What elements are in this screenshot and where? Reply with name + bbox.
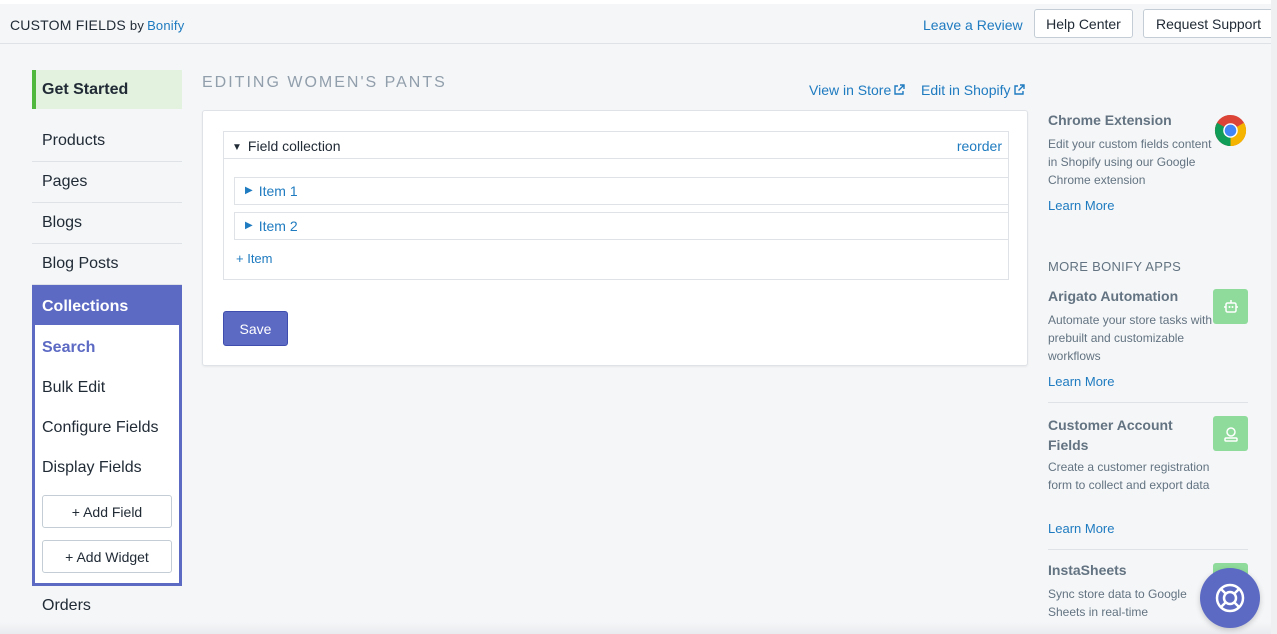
- lifebuoy-icon: [1215, 583, 1245, 613]
- sidebar-item-pages[interactable]: Pages: [32, 162, 182, 203]
- sidebar-subitem-display-fields[interactable]: Display Fields: [42, 459, 142, 477]
- arigato-learn-more-link[interactable]: Learn More: [1048, 374, 1114, 389]
- user-form-icon: [1213, 416, 1248, 451]
- divider: [1048, 402, 1248, 403]
- collection-item[interactable]: ▶ Item 1: [234, 177, 1008, 205]
- brand-link[interactable]: Bonify: [147, 18, 184, 33]
- reorder-link[interactable]: reorder: [957, 138, 1002, 154]
- edit-in-shopify-label: Edit in Shopify: [921, 82, 1011, 98]
- robot-icon: [1213, 289, 1248, 324]
- brand-by: by: [129, 18, 145, 33]
- app-desc-instasheets: Sync store data to Google Sheets in real…: [1048, 587, 1187, 619]
- sidebar-subitem-search[interactable]: Search: [42, 339, 95, 357]
- sidebar-item-blog-posts[interactable]: Blog Posts: [32, 244, 182, 285]
- customer-account-fields-learn-more-link[interactable]: Learn More: [1048, 521, 1114, 536]
- app-brand: CUSTOM FIELDS by Bonify: [10, 17, 184, 33]
- app-title-customer-account-fields: Customer Account Fields: [1048, 417, 1173, 453]
- triangle-down-icon: ▼: [232, 142, 242, 153]
- sidebar-item-collections[interactable]: Collections: [35, 288, 179, 325]
- app-name: CUSTOM FIELDS: [10, 17, 126, 33]
- save-button[interactable]: Save: [223, 311, 288, 346]
- app-title-instasheets: InstaSheets: [1048, 562, 1127, 578]
- view-in-store-link[interactable]: View in Store: [809, 82, 905, 98]
- sidebar-subitem-configure-fields[interactable]: Configure Fields: [42, 419, 159, 437]
- add-item-link[interactable]: + Item: [236, 251, 273, 266]
- sidebar-item-get-started[interactable]: Get Started: [32, 70, 182, 109]
- field-collection-header[interactable]: ▼ Field collection reorder: [224, 132, 1008, 159]
- help-center-button[interactable]: Help Center: [1034, 9, 1133, 38]
- triangle-right-icon: ▶: [245, 184, 253, 196]
- bottom-fade: [0, 622, 1277, 634]
- collection-item[interactable]: ▶ Item 2: [234, 212, 1008, 240]
- page-title: EDITING WOMEN'S PANTS: [202, 74, 447, 91]
- more-apps-heading: MORE BONIFY APPS: [1048, 259, 1182, 274]
- field-collection-label: Field collection: [247, 138, 341, 154]
- app-desc-arigato: Automate your store tasks with prebuilt …: [1048, 313, 1213, 363]
- leave-review-link[interactable]: Leave a Review: [923, 17, 1023, 33]
- sidebar-item-products[interactable]: Products: [32, 121, 182, 162]
- add-field-button[interactable]: + Add Field: [42, 495, 172, 528]
- top-bar: CUSTOM FIELDS by Bonify Leave a Review Hel…: [0, 4, 1277, 44]
- app-title-arigato: Arigato Automation: [1048, 288, 1179, 304]
- sidebar-item-orders[interactable]: Orders: [32, 586, 182, 627]
- help-widget-button[interactable]: [1200, 568, 1260, 628]
- scrollbar[interactable]: [1271, 0, 1277, 634]
- chrome-extension-title: Chrome Extension: [1048, 112, 1172, 128]
- divider: [1048, 549, 1248, 550]
- edit-card: ▼ Field collection reorder ▶ Item 1 ▶ Item …: [202, 110, 1028, 366]
- edit-in-shopify-link[interactable]: Edit in Shopify: [921, 82, 1025, 98]
- field-collection-title: ▼ Field collection: [232, 138, 341, 154]
- chrome-learn-more-link[interactable]: Learn More: [1048, 198, 1114, 213]
- chrome-extension-desc: Edit your custom fields content in Shopi…: [1048, 137, 1212, 187]
- collection-item-label: Item 1: [258, 183, 298, 199]
- request-support-button[interactable]: Request Support: [1143, 9, 1274, 38]
- external-link-icon: [894, 84, 905, 95]
- chrome-icon: [1214, 114, 1247, 147]
- collection-item-label: Item 2: [258, 218, 298, 234]
- app-desc-customer-account-fields: Create a customer registration form to c…: [1048, 460, 1210, 492]
- view-in-store-label: View in Store: [809, 82, 892, 98]
- field-collection: ▼ Field collection reorder ▶ Item 1 ▶ Item …: [223, 131, 1009, 280]
- triangle-right-icon: ▶: [245, 219, 253, 231]
- collections-panel: Collections Search Bulk Edit Configure F…: [32, 285, 182, 586]
- add-widget-button[interactable]: + Add Widget: [42, 540, 172, 573]
- external-link-icon: [1013, 84, 1025, 95]
- sidebar-item-blogs[interactable]: Blogs: [32, 203, 182, 244]
- sidebar-subitem-bulk-edit[interactable]: Bulk Edit: [42, 379, 105, 397]
